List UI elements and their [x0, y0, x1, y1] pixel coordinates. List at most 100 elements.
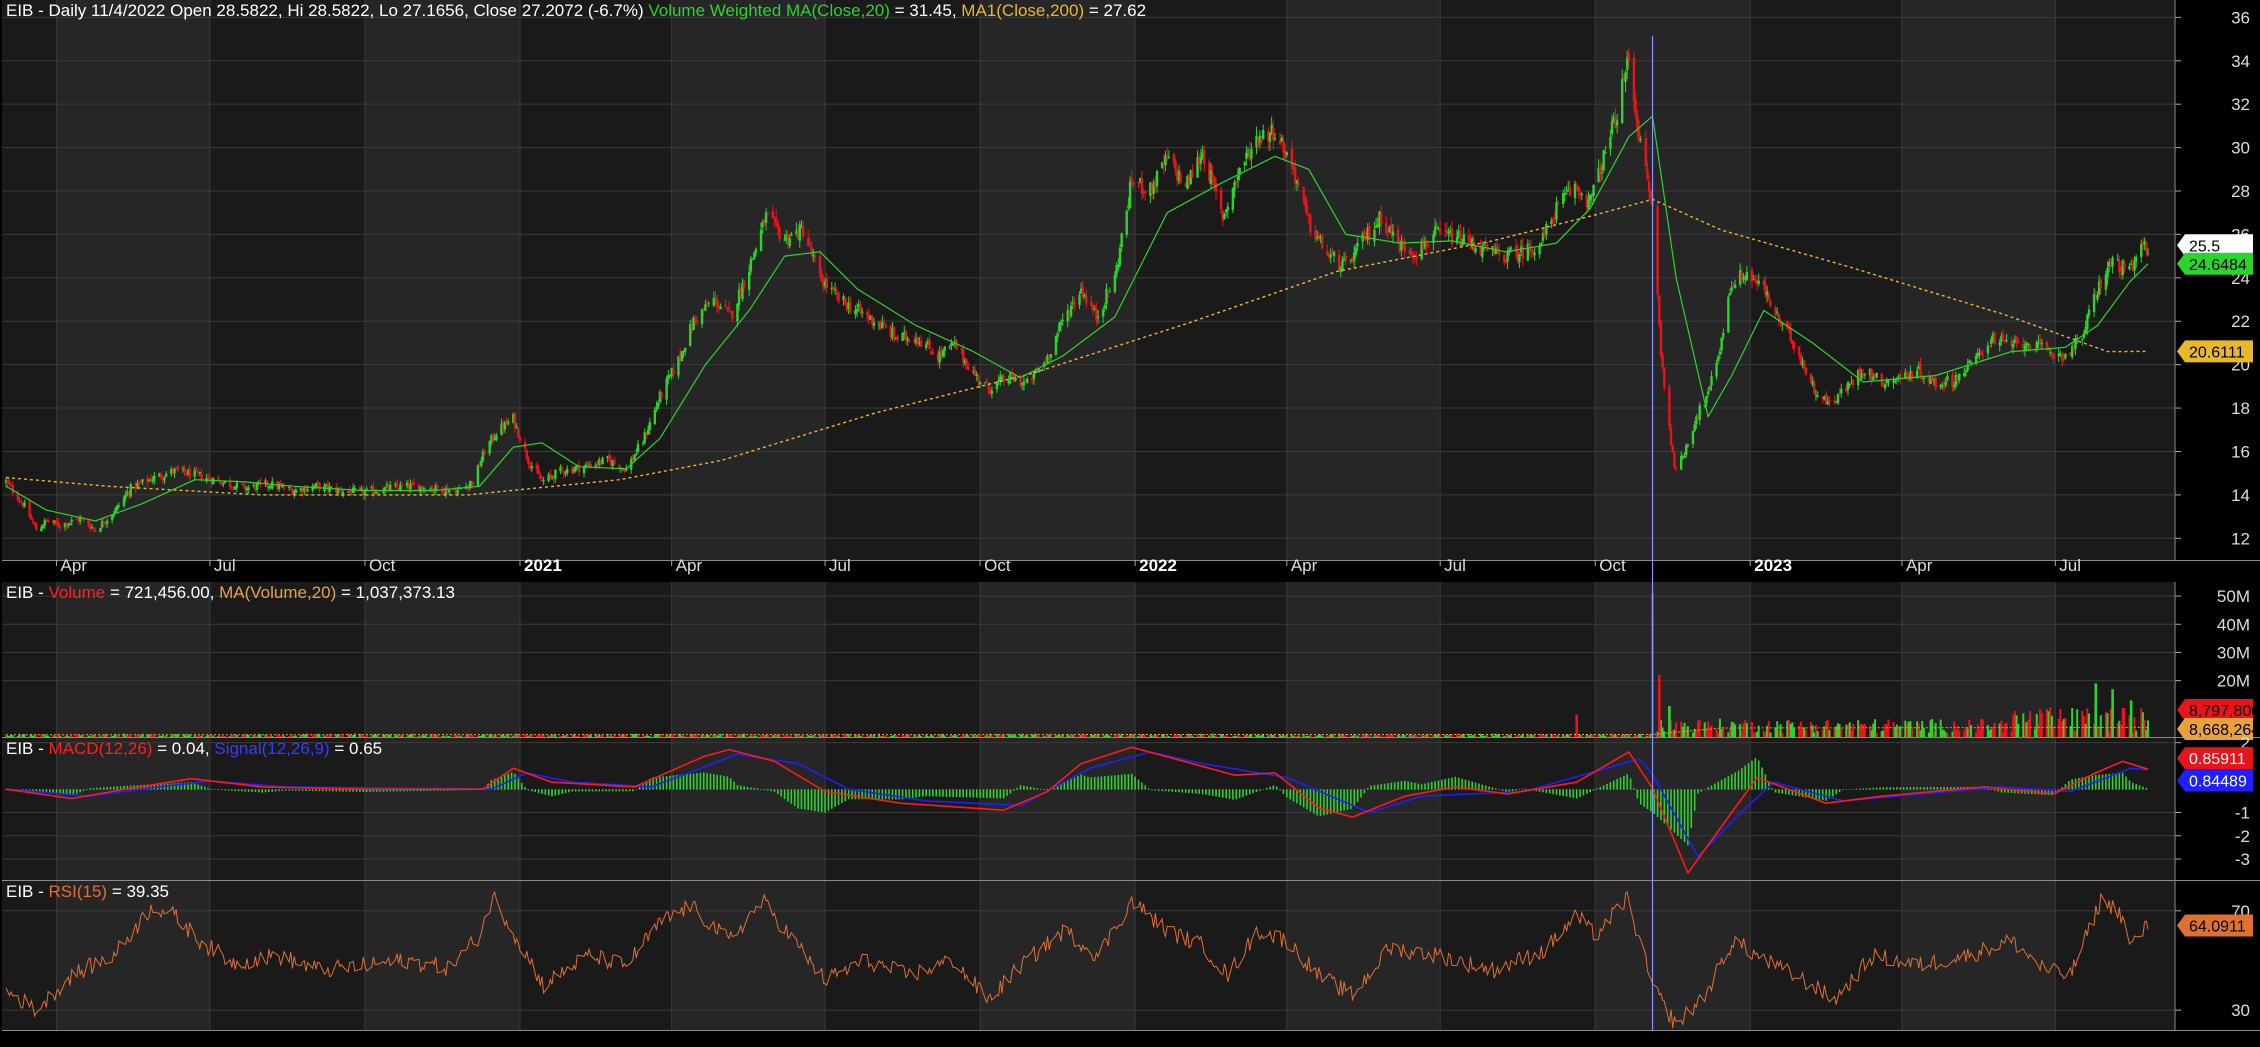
- histogram-bar: [753, 787, 756, 790]
- histogram-bar: [1434, 781, 1436, 790]
- histogram-bar: [1727, 776, 1730, 790]
- candle-body: [1668, 386, 1671, 427]
- candle-body: [919, 340, 923, 347]
- candle-body: [1634, 99, 1637, 116]
- title-part: = 27.62: [1084, 1, 1147, 20]
- candle-body: [1686, 445, 1690, 447]
- title-part: EIB - Daily 11/4/2022 Open 28.5822, Hi 2…: [6, 1, 649, 20]
- candle-body: [409, 483, 412, 490]
- histogram-bar: [780, 789, 783, 797]
- histogram-bar: [288, 789, 290, 791]
- histogram-bar: [2128, 780, 2131, 790]
- volume-bar: [1745, 723, 1748, 737]
- histogram-bar: [1430, 782, 1433, 790]
- histogram-bar: [945, 789, 948, 797]
- histogram-bar: [1107, 775, 1109, 790]
- candle-body: [1952, 385, 1956, 387]
- histogram-bar: [231, 789, 233, 791]
- candle-body: [753, 252, 756, 259]
- candle-body: [657, 403, 660, 408]
- histogram-bar: [1710, 785, 1713, 790]
- panel-band: [56, 582, 210, 737]
- histogram-bar: [1195, 789, 1197, 794]
- candle-body: [1620, 79, 1624, 124]
- histogram-bar: [1717, 781, 1720, 790]
- histogram-bar: [1636, 789, 1639, 799]
- histogram-bar: [622, 789, 624, 792]
- candle-body: [195, 469, 198, 471]
- volume-bar: [1934, 723, 1937, 737]
- histogram-bar: [537, 789, 540, 793]
- histogram-bar: [702, 772, 705, 790]
- candle-body: [635, 453, 638, 455]
- candle-body: [220, 484, 223, 486]
- histogram-bar: [1316, 789, 1318, 816]
- volume-bar: [342, 736, 345, 737]
- histogram-bar: [2101, 774, 2104, 790]
- histogram-bar: [1548, 789, 1551, 794]
- volume-bar: [1486, 735, 1489, 737]
- histogram-bar: [173, 783, 176, 790]
- candle-body: [1979, 350, 1983, 355]
- candle-body: [759, 229, 763, 252]
- candle-body: [1354, 247, 1358, 255]
- candle-body: [1262, 129, 1265, 140]
- candle-body: [159, 473, 163, 478]
- candle-body: [488, 441, 491, 454]
- histogram-bar: [921, 789, 924, 797]
- histogram-bar: [790, 789, 793, 804]
- histogram-bar: [1666, 789, 1669, 827]
- candle-body: [1693, 424, 1696, 432]
- histogram-bar: [783, 789, 786, 799]
- candle-body: [833, 289, 837, 291]
- volume-bar: [707, 735, 710, 737]
- candle-body: [749, 259, 753, 272]
- candle-body: [1717, 356, 1720, 361]
- candle-body: [859, 304, 862, 312]
- histogram-bar: [1289, 789, 1291, 800]
- y-tick-label: 30: [2231, 139, 2250, 158]
- volume-panel[interactable]: 20M30M40M50M8,797,8008,668,264: [2, 582, 2260, 740]
- histogram-bar: [739, 785, 742, 790]
- candle-body: [527, 457, 530, 465]
- histogram-bar: [1427, 782, 1430, 790]
- volume-bar: [2040, 712, 2043, 737]
- histogram-bar: [1879, 787, 1881, 790]
- histogram-bar: [1505, 789, 1507, 792]
- histogram-bar: [1114, 775, 1116, 790]
- histogram-bar: [1714, 783, 1716, 790]
- histogram-bar: [746, 786, 749, 790]
- panel-band: [671, 881, 826, 1030]
- candle-body: [928, 339, 931, 350]
- y-tick-label: 50M: [2217, 587, 2250, 606]
- candle-body: [341, 492, 345, 494]
- candle-body: [808, 244, 812, 246]
- histogram-bar: [1188, 789, 1190, 794]
- stock-chart[interactable]: 1214161820222426283032343625.524.648420.…: [0, 0, 2260, 1047]
- histogram-bar: [1993, 789, 1996, 791]
- candle-body: [2140, 243, 2143, 257]
- volume-bar: [790, 736, 793, 737]
- histogram-bar: [1724, 778, 1726, 790]
- histogram-bar: [1875, 787, 1878, 790]
- volume-bar: [577, 735, 580, 737]
- candle-body: [1883, 384, 1887, 389]
- histogram-bar: [1700, 789, 1703, 792]
- histogram-bar: [686, 774, 688, 790]
- candle-body: [35, 523, 38, 531]
- candle-body: [2023, 345, 2027, 351]
- candle-body: [1427, 244, 1430, 246]
- histogram-bar: [615, 789, 617, 792]
- candle-body: [1438, 228, 1442, 233]
- histogram-bar: [1262, 789, 1265, 790]
- candle-body: [1545, 224, 1548, 235]
- histogram-bar: [635, 789, 638, 790]
- candle-body: [1958, 373, 1961, 381]
- volume-bar: [2017, 724, 2020, 737]
- rsi-panel[interactable]: 307064.0911: [2, 881, 2260, 1031]
- volume-bar: [1415, 735, 1418, 737]
- histogram-bar: [1424, 783, 1426, 790]
- histogram-bar: [979, 789, 981, 798]
- price-panel[interactable]: 1214161820222426283032343625.524.648420.…: [2, 0, 2260, 561]
- y-tick-label: 30M: [2217, 643, 2250, 662]
